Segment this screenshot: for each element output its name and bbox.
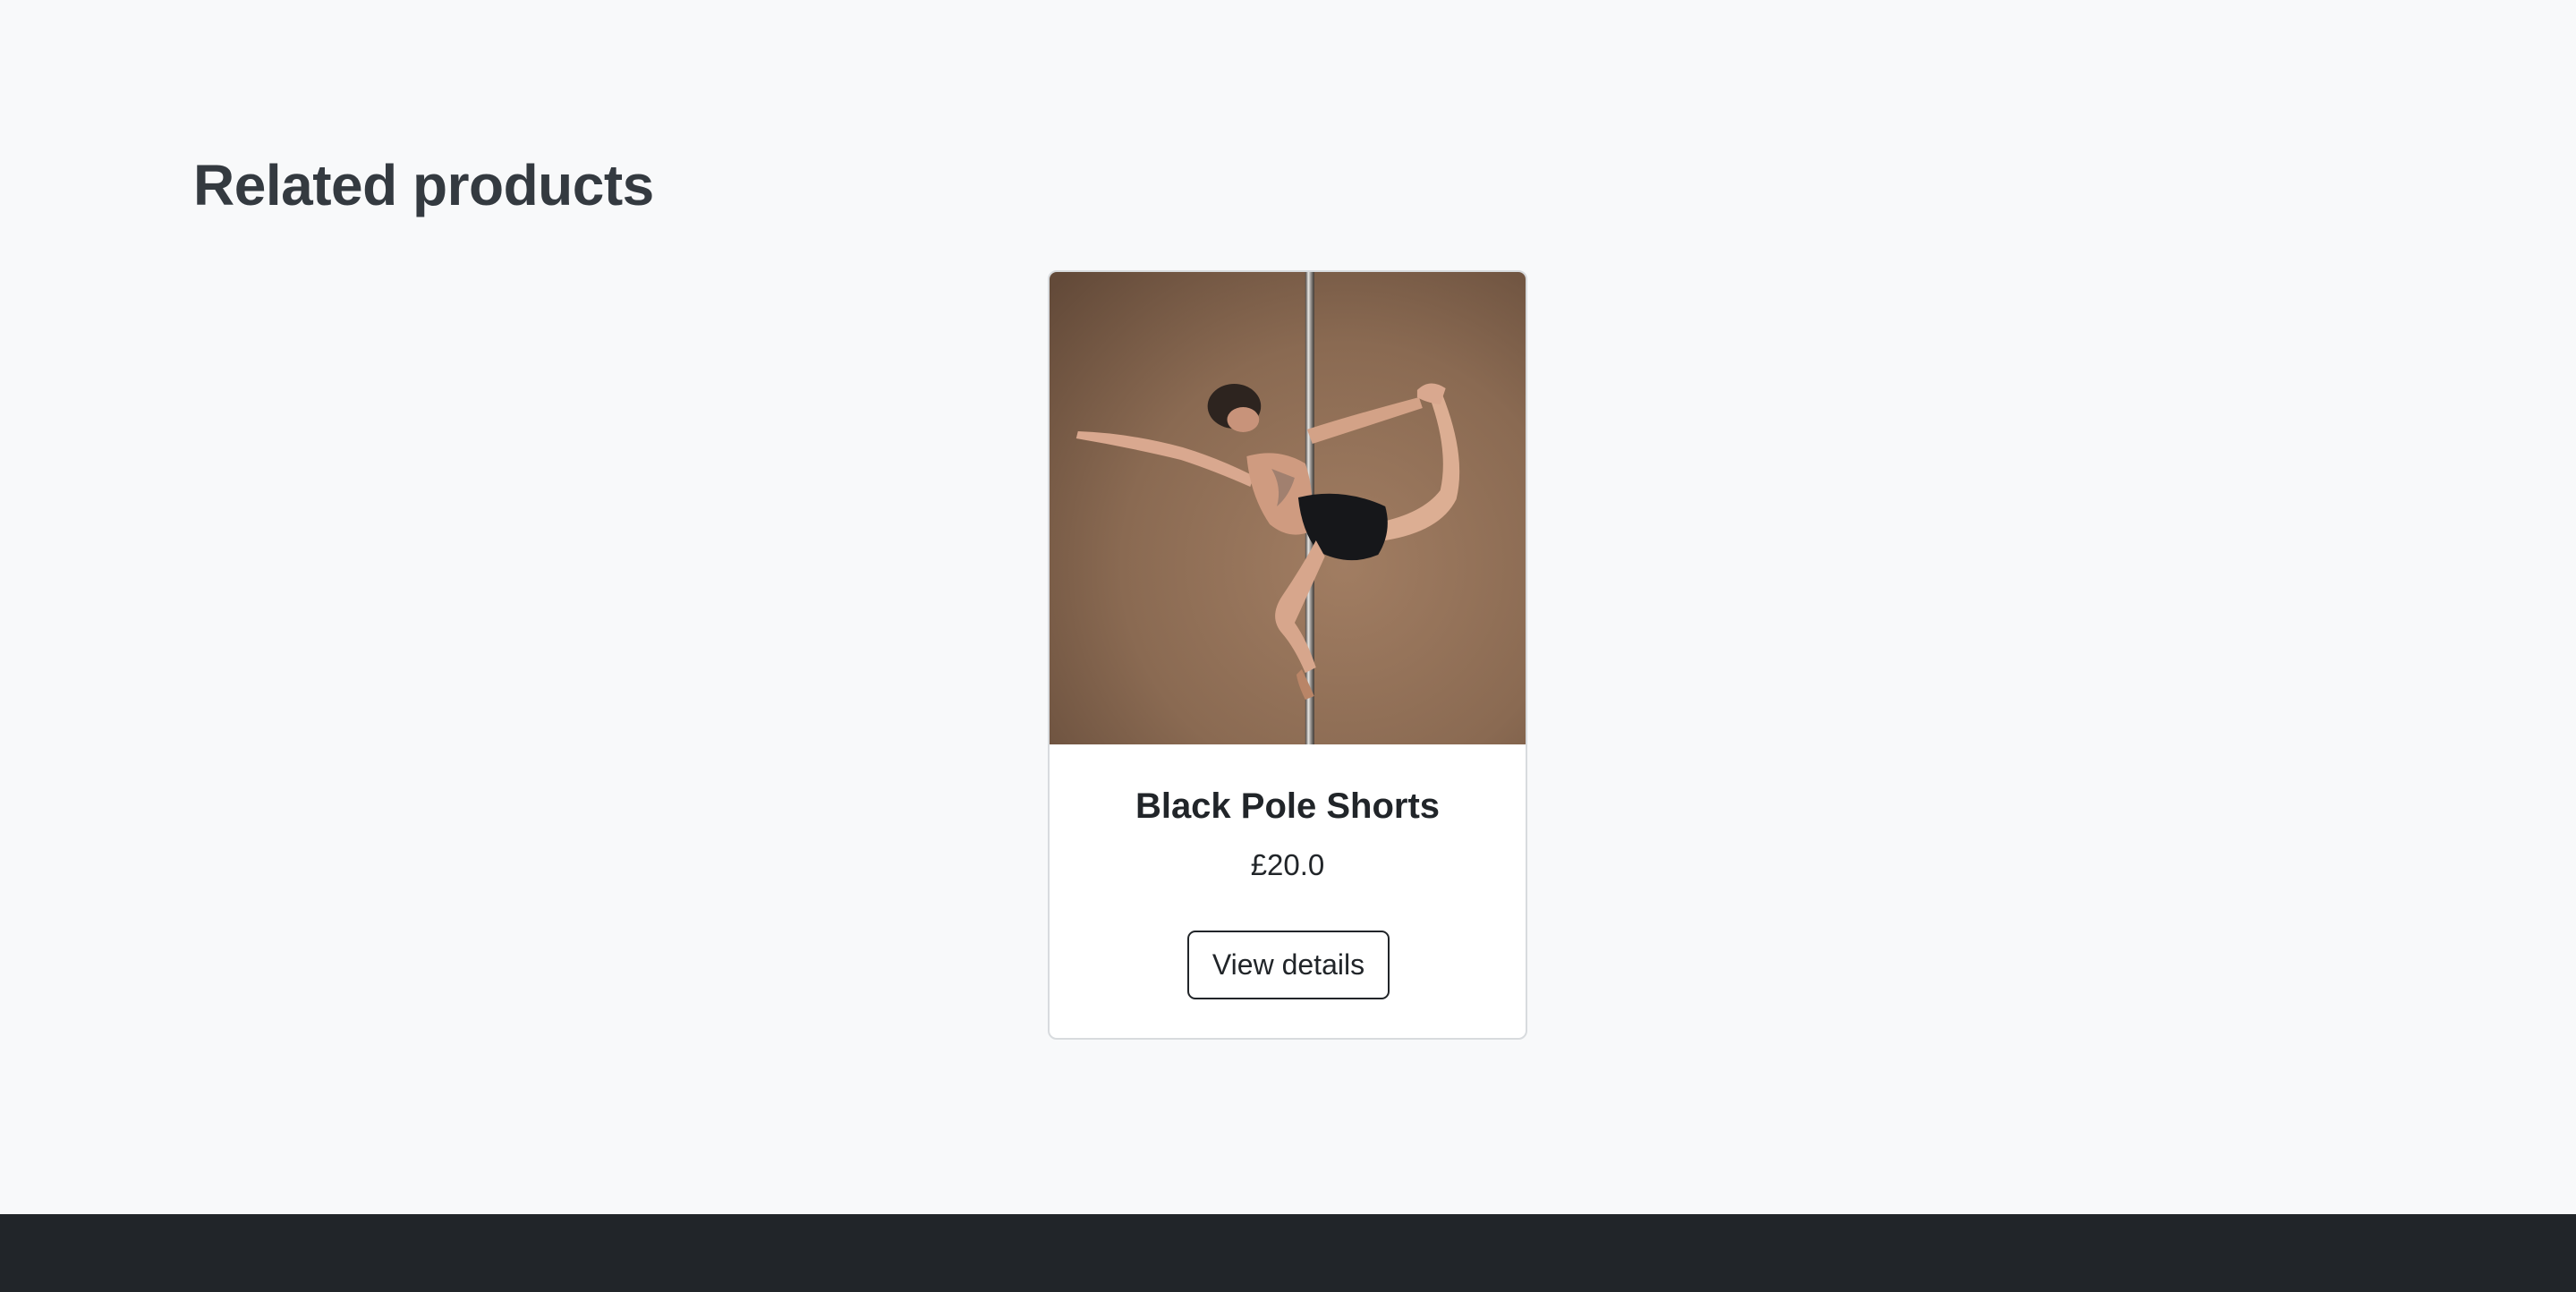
- section-heading: Related products: [193, 153, 654, 217]
- product-card: Black Pole Shorts £20.0 View details: [1048, 270, 1527, 1040]
- product-name: Black Pole Shorts: [1135, 786, 1441, 826]
- page-footer: [0, 1214, 2576, 1292]
- view-details-button[interactable]: View details: [1187, 931, 1390, 999]
- related-products-section: Related products Black Pole Shorts £20.0…: [0, 0, 2576, 1214]
- product-image[interactable]: [1050, 272, 1526, 744]
- product-price: £20.0: [1250, 848, 1325, 881]
